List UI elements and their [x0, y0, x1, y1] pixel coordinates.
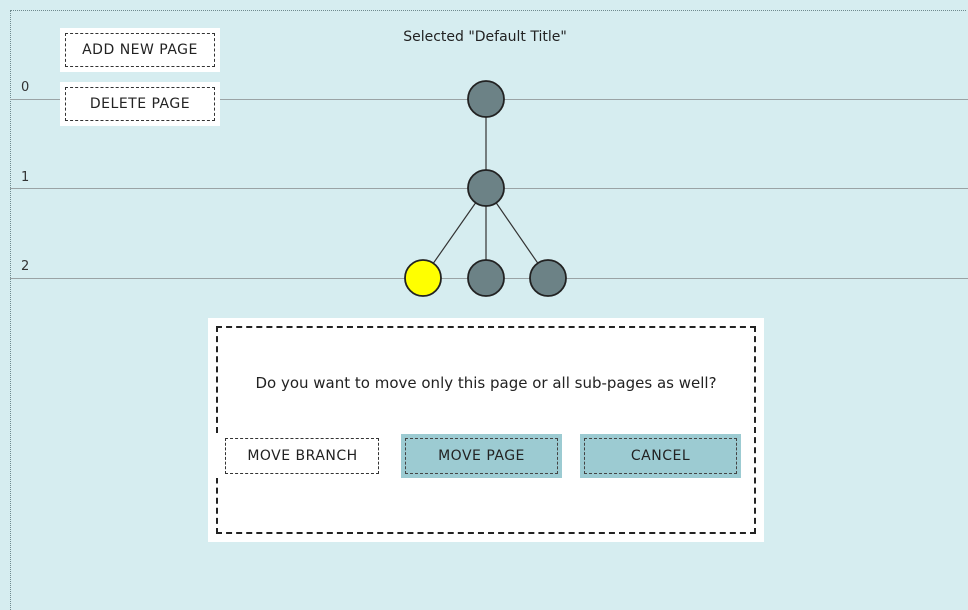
tree-node-level1[interactable] — [467, 169, 505, 207]
move-dialog: Do you want to move only this page or al… — [208, 318, 764, 542]
page-tree-editor: 0 1 2 ADD NEW PAGE DELETE PAGE Selected … — [0, 0, 968, 610]
cancel-label: CANCEL — [630, 448, 691, 464]
move-page-button[interactable]: MOVE PAGE — [401, 434, 562, 478]
move-branch-button[interactable]: MOVE BRANCH — [208, 434, 379, 478]
move-dialog-message: Do you want to move only this page or al… — [255, 374, 717, 392]
move-page-label: MOVE PAGE — [438, 448, 525, 464]
tree-node-level2-middle[interactable] — [467, 259, 505, 297]
tree-node-selected[interactable] — [404, 259, 442, 297]
tree-node-level2-right[interactable] — [529, 259, 567, 297]
tree-node-root[interactable] — [467, 80, 505, 118]
move-branch-label: MOVE BRANCH — [247, 448, 358, 464]
cancel-button[interactable]: CANCEL — [580, 434, 741, 478]
move-dialog-border — [216, 326, 756, 534]
